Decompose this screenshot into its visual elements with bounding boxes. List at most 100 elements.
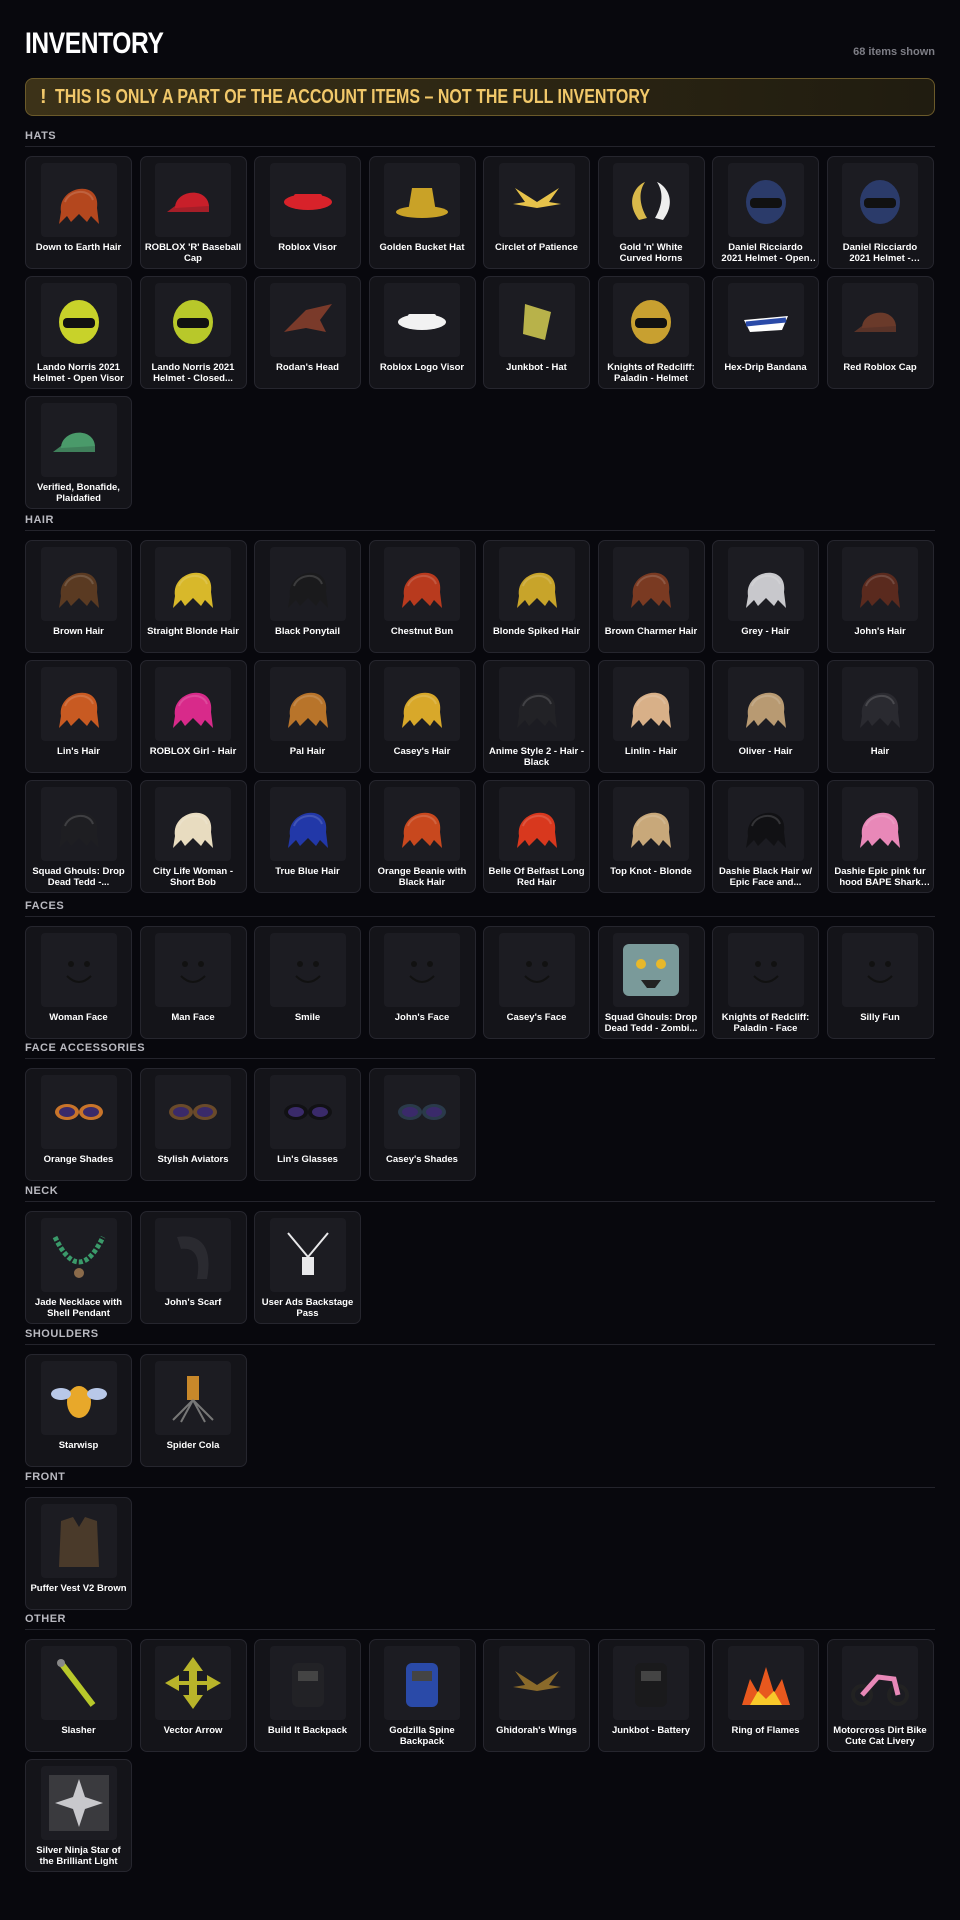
item-card[interactable]: Gold 'n' White Curved Horns xyxy=(597,156,705,269)
spider-icon xyxy=(155,1361,231,1435)
item-card[interactable]: John's Hair xyxy=(826,540,934,653)
item-card[interactable]: Casey's Hair xyxy=(368,660,476,773)
item-card[interactable]: Godzilla Spine Backpack xyxy=(368,1639,476,1752)
item-card[interactable]: User Ads Backstage Pass xyxy=(254,1211,361,1324)
item-name: Linlin - Hair xyxy=(624,746,678,757)
item-card[interactable]: Black Ponytail xyxy=(254,540,361,653)
face-icon xyxy=(155,933,231,1007)
item-card[interactable]: Casey's Face xyxy=(483,926,590,1039)
item-image xyxy=(635,1663,667,1707)
item-card[interactable]: ROBLOX 'R' Baseball Cap xyxy=(139,156,247,269)
item-card[interactable]: Dashie Epic pink fur hood BAPE Shark w..… xyxy=(826,780,934,893)
item-card[interactable]: Golden Bucket Hat xyxy=(368,156,476,269)
item-card[interactable]: Brown Hair xyxy=(25,540,132,653)
item-image xyxy=(283,194,332,210)
item-card[interactable]: Oliver - Hair xyxy=(712,660,819,773)
item-card[interactable]: Starwisp xyxy=(25,1354,132,1467)
item-card[interactable]: Build It Backpack xyxy=(254,1639,361,1752)
scarf-icon xyxy=(155,1218,231,1292)
item-card[interactable]: Woman Face xyxy=(25,926,132,1039)
item-card[interactable]: Lin's Hair xyxy=(25,660,132,773)
item-name: John's Scarf xyxy=(164,1297,222,1308)
item-card[interactable]: Junkbot - Battery xyxy=(597,1639,705,1752)
item-name: ROBLOX 'R' Baseball Cap xyxy=(144,242,242,264)
helmet-icon xyxy=(40,283,117,357)
item-card[interactable]: Lando Norris 2021 Helmet - Open Visor xyxy=(25,276,132,389)
item-card[interactable]: Junkbot - Hat xyxy=(483,276,590,389)
item-card[interactable]: Roblox Logo Visor xyxy=(368,276,476,389)
item-card[interactable]: Down to Earth Hair xyxy=(25,156,132,269)
item-card[interactable]: Rodan's Head xyxy=(254,276,361,389)
section-title: OTHER xyxy=(25,1613,935,1630)
section-faces: FACES Woman Face Man Face Smile John's Face C… xyxy=(25,900,935,1039)
item-card[interactable]: Verified, Bonafide, Plaidafied xyxy=(25,396,132,509)
item-card[interactable]: Knights of Redcliff: Paladin - Helmet xyxy=(597,276,705,389)
item-card[interactable]: John's Scarf xyxy=(139,1211,247,1324)
item-image xyxy=(860,572,900,608)
item-card[interactable]: Circlet of Patience xyxy=(483,156,590,269)
item-card[interactable]: Man Face xyxy=(139,926,247,1039)
item-card[interactable]: Ring of Flames xyxy=(712,1639,819,1752)
item-name: Junkbot - Battery xyxy=(611,1725,691,1736)
item-card[interactable]: Ghidorah's Wings xyxy=(483,1639,590,1752)
item-card[interactable]: Dashie Black Hair w/ Epic Face and... xyxy=(712,780,819,893)
item-card[interactable]: City Life Woman - Short Bob xyxy=(139,780,247,893)
section-neck: NECK Jade Necklace with Shell Pendant John… xyxy=(25,1185,935,1324)
item-card[interactable]: John's Face xyxy=(368,926,476,1039)
zombie-face-icon xyxy=(613,933,689,1007)
item-card[interactable]: Grey - Hair xyxy=(712,540,819,653)
item-card[interactable]: Knights of Redcliff: Paladin - Face xyxy=(712,926,819,1039)
item-card[interactable]: Orange Beanie with Black Hair xyxy=(368,780,476,893)
item-card[interactable]: Blonde Spiked Hair xyxy=(483,540,590,653)
item-card[interactable]: Belle Of Belfast Long Red Hair xyxy=(483,780,590,893)
item-card[interactable]: Hex-Drip Bandana xyxy=(712,276,819,389)
item-card[interactable]: Spider Cola xyxy=(139,1354,247,1467)
item-card[interactable]: Linlin - Hair xyxy=(597,660,705,773)
item-card[interactable]: Top Knot - Blonde xyxy=(597,780,705,893)
item-card[interactable]: Brown Charmer Hair xyxy=(597,540,705,653)
item-card[interactable]: ROBLOX Girl - Hair xyxy=(139,660,247,773)
item-name: Roblox Logo Visor xyxy=(379,362,465,373)
item-card[interactable]: Motorcross Dirt Bike Cute Cat Livery xyxy=(826,1639,934,1752)
item-name: Stylish Aviators xyxy=(157,1154,229,1165)
item-image xyxy=(283,1104,332,1120)
item-card[interactable]: Chestnut Bun xyxy=(368,540,476,653)
item-card[interactable]: Orange Shades xyxy=(25,1068,132,1181)
item-card[interactable]: Smile xyxy=(254,926,361,1039)
item-grid: Brown Hair Straight Blonde Hair Black Po… xyxy=(25,540,935,893)
item-card[interactable]: Casey's Shades xyxy=(368,1068,476,1181)
item-image xyxy=(631,300,671,344)
item-card[interactable]: Roblox Visor xyxy=(254,156,361,269)
item-card[interactable]: Puffer Vest V2 Brown xyxy=(25,1497,132,1610)
item-card[interactable]: Stylish Aviators xyxy=(139,1068,247,1181)
hair-icon xyxy=(613,787,689,861)
item-card[interactable]: Hair xyxy=(826,660,934,773)
item-card[interactable]: Straight Blonde Hair xyxy=(139,540,247,653)
item-card[interactable]: Daniel Ricciardo 2021 Helmet - Closed... xyxy=(826,156,934,269)
item-card[interactable]: Anime Style 2 - Hair - Black xyxy=(483,660,590,773)
item-card[interactable]: Squad Ghouls: Drop Dead Tedd -... xyxy=(25,780,132,893)
item-card[interactable]: Slasher xyxy=(25,1639,132,1752)
item-card[interactable]: Daniel Ricciardo 2021 Helmet - Open Viso… xyxy=(712,156,819,269)
item-card[interactable]: Jade Necklace with Shell Pendant xyxy=(25,1211,132,1324)
item-card[interactable]: Lin's Glasses xyxy=(254,1068,361,1181)
item-card[interactable]: Vector Arrow xyxy=(139,1639,247,1752)
item-card[interactable]: Pal Hair xyxy=(254,660,361,773)
item-name: Godzilla Spine Backpack xyxy=(389,1725,455,1747)
item-card[interactable]: Lando Norris 2021 Helmet - Closed... xyxy=(139,276,247,389)
hair-icon xyxy=(384,667,460,741)
item-card[interactable]: Silver Ninja Star of the Brilliant Light xyxy=(25,1759,132,1872)
item-name: Blonde Spiked Hair xyxy=(492,626,581,637)
item-image xyxy=(172,1376,214,1423)
item-card[interactable]: True Blue Hair xyxy=(254,780,361,893)
item-card[interactable]: Squad Ghouls: Drop Dead Tedd - Zombi... xyxy=(597,926,705,1039)
item-card[interactable]: Silly Fun xyxy=(826,926,934,1039)
item-image xyxy=(631,572,671,608)
page-title: INVENTORY xyxy=(25,27,164,60)
item-name: Woman Face xyxy=(49,1012,108,1023)
hair-icon xyxy=(155,667,231,741)
item-name: Gold 'n' White Curved Horns xyxy=(619,242,683,264)
item-image xyxy=(177,1236,209,1279)
item-card[interactable]: Red Roblox Cap xyxy=(826,276,934,389)
item-image xyxy=(402,692,442,728)
